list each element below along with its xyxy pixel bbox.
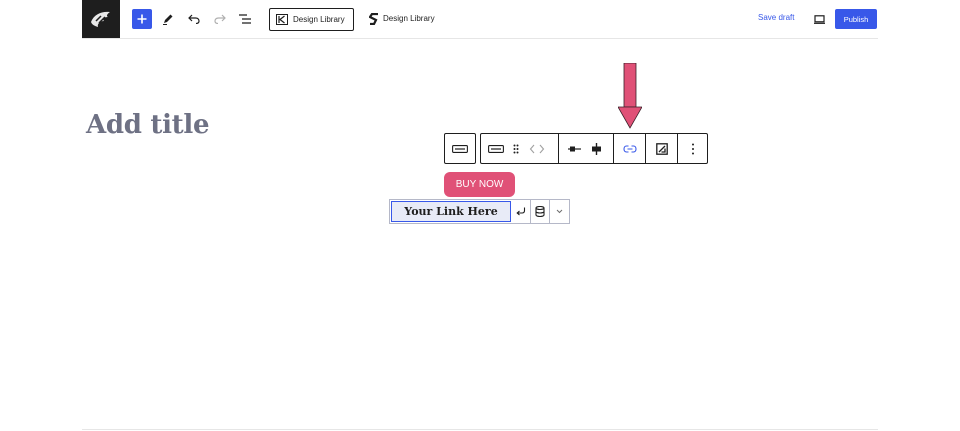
pencil-icon (163, 14, 173, 25)
design-library-button-k[interactable]: Design Library (269, 8, 354, 31)
list-view-icon (239, 14, 251, 24)
link-button[interactable] (615, 134, 645, 163)
button-block-icon (452, 144, 468, 153)
button-block-icon (488, 144, 504, 153)
post-title[interactable]: Add title (86, 110, 210, 140)
justify-center-button[interactable] (587, 134, 605, 163)
redo-icon (214, 14, 226, 24)
block-parent-selector[interactable] (444, 133, 476, 164)
link-options-dropdown[interactable] (550, 200, 569, 223)
drag-handle-icon (513, 144, 519, 153)
design-library-label-k: Design Library (293, 15, 345, 24)
undo-icon (188, 14, 200, 24)
chevron-left-right-icon (529, 144, 545, 153)
plus-icon (137, 14, 147, 24)
editor-top-toolbar: Design Library Design Library Save draft… (82, 0, 878, 39)
buttons-parent-button[interactable] (445, 134, 475, 163)
design-library-button-s[interactable]: Design Library (365, 8, 439, 29)
dynamic-link-button[interactable] (531, 200, 549, 223)
justify-center-icon (591, 142, 601, 155)
drag-handle[interactable] (510, 134, 522, 163)
more-options-button[interactable] (679, 134, 707, 163)
list-view-button[interactable] (237, 11, 253, 27)
database-icon (535, 206, 545, 217)
tools-button[interactable] (160, 11, 176, 27)
preview-button[interactable] (812, 12, 826, 26)
footer-divider (82, 429, 878, 430)
move-left-right-buttons[interactable] (525, 134, 549, 163)
style-icon (656, 142, 668, 155)
design-library-label-s: Design Library (383, 14, 435, 23)
enter-icon (516, 207, 526, 216)
link-url-input[interactable]: Your Link Here (391, 201, 511, 222)
justify-icon (567, 146, 581, 151)
add-block-button[interactable] (132, 9, 152, 29)
open-in-new-tab-button[interactable] (647, 134, 677, 163)
undo-button[interactable] (186, 11, 202, 27)
stackable-icon (369, 12, 378, 25)
save-draft-button[interactable]: Save draft (758, 13, 794, 22)
site-logo[interactable] (82, 0, 120, 38)
block-type-button[interactable] (484, 134, 508, 163)
publish-button[interactable]: Publish (835, 9, 877, 29)
submit-link-button[interactable] (512, 200, 530, 223)
logo-icon (91, 11, 110, 27)
link-control: Your Link Here (389, 199, 570, 224)
redo-button[interactable] (212, 11, 228, 27)
arrow-down-icon (618, 63, 642, 129)
editor-frame: Design Library Design Library Save draft… (82, 0, 878, 431)
justify-left-button[interactable] (565, 134, 583, 163)
chevron-down-icon (556, 209, 563, 214)
block-toolbar (480, 133, 708, 164)
link-icon (623, 144, 637, 153)
desktop-icon (813, 14, 825, 24)
buy-now-button[interactable]: BUY NOW (444, 172, 515, 197)
vertical-ellipsis-icon (692, 143, 694, 154)
kadence-icon (276, 14, 288, 25)
